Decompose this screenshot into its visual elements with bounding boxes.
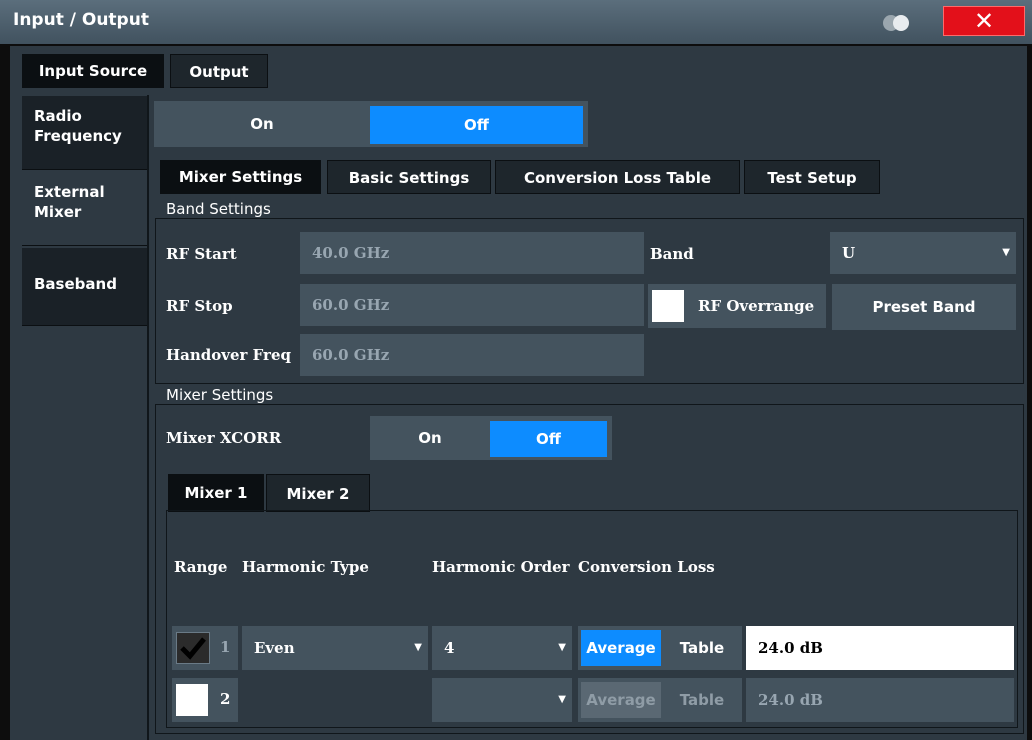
conversion-loss-1-input[interactable]: 24.0 dB <box>746 626 1014 670</box>
mixer-xcorr-label: Mixer XCORR <box>166 429 282 447</box>
state-on-button[interactable]: On <box>154 101 370 147</box>
conversion-loss-header: Conversion Loss <box>578 558 715 576</box>
side-tab-label: External <box>34 183 105 201</box>
mixer-xcorr-off-button[interactable]: Off <box>490 421 607 457</box>
loss-mode-2-table-button[interactable]: Table <box>664 678 740 722</box>
tab-input-source[interactable]: Input Source <box>22 54 164 88</box>
handover-freq-label: Handover Freq <box>166 346 291 364</box>
range-1-number: 1 <box>220 638 231 656</box>
chevron-down-icon: ▼ <box>1002 247 1010 258</box>
tab-mixer-settings[interactable]: Mixer Settings <box>160 160 321 194</box>
mixer-xcorr-on-button[interactable]: On <box>370 416 490 460</box>
rf-start-label: RF Start <box>166 245 237 263</box>
tab-conversion-loss-table[interactable]: Conversion Loss Table <box>495 160 740 194</box>
rf-start-field[interactable]: 40.0 GHz <box>300 232 644 274</box>
title-bar <box>0 0 1032 44</box>
loss-mode-1-average-button[interactable]: Average <box>581 630 661 666</box>
tab-mixer-1[interactable]: Mixer 1 <box>168 474 264 512</box>
close-button[interactable]: ✕ <box>943 6 1025 36</box>
side-tab-radio-frequency[interactable]: Radio Frequency <box>22 96 149 170</box>
preset-band-button[interactable]: Preset Band <box>832 284 1016 330</box>
range-2-number: 2 <box>220 690 231 708</box>
side-tab-label: Frequency <box>34 127 122 145</box>
side-tab-label: Radio <box>34 107 82 125</box>
rf-overrange-checkbox[interactable] <box>652 290 684 322</box>
state-off-button[interactable]: Off <box>370 106 583 144</box>
harmonic-order-1-value: 4 <box>444 639 455 657</box>
range-header: Range <box>174 558 228 576</box>
side-tab-external-mixer[interactable]: External Mixer <box>22 172 149 246</box>
loss-mode-2-average-button[interactable]: Average <box>581 682 661 718</box>
band-settings-label: Band Settings <box>166 200 271 218</box>
loss-mode-1-table-button[interactable]: Table <box>664 626 740 670</box>
side-tab-baseband[interactable]: Baseband <box>22 248 149 326</box>
rf-stop-field[interactable]: 60.0 GHz <box>300 284 644 326</box>
tab-basic-settings[interactable]: Basic Settings <box>327 160 491 194</box>
rf-stop-label: RF Stop <box>166 297 233 315</box>
harmonic-order-1-dropdown[interactable]: 4 ▼ <box>432 626 572 670</box>
harmonic-order-header: Harmonic Order <box>432 558 570 576</box>
mixer-settings-label: Mixer Settings <box>166 386 274 404</box>
rf-overrange-label: RF Overrange <box>698 297 815 315</box>
side-tab-label: Mixer <box>34 203 82 221</box>
chevron-down-icon: ▼ <box>414 642 422 653</box>
window-title: Input / Output <box>13 10 149 30</box>
band-value: U <box>842 244 856 262</box>
range-2-checkbox[interactable] <box>176 684 208 716</box>
harmonic-type-1-dropdown[interactable]: Even ▼ <box>242 626 428 670</box>
harmonic-order-2-dropdown[interactable]: ▼ <box>432 678 572 722</box>
conversion-loss-2-input[interactable]: 24.0 dB <box>746 678 1014 722</box>
handover-freq-field[interactable]: 60.0 GHz <box>300 334 644 376</box>
tab-output[interactable]: Output <box>170 54 268 88</box>
tab-test-setup[interactable]: Test Setup <box>744 160 880 194</box>
band-dropdown[interactable]: U ▼ <box>830 232 1016 274</box>
range-1-checkbox[interactable] <box>176 632 210 664</box>
chevron-down-icon: ▼ <box>558 694 566 705</box>
checkmark-icon <box>180 637 206 660</box>
side-tab-label: Baseband <box>34 275 117 293</box>
harmonic-type-header: Harmonic Type <box>242 558 369 576</box>
display-toggle-icon[interactable] <box>880 14 912 32</box>
tab-mixer-2[interactable]: Mixer 2 <box>266 474 370 512</box>
harmonic-type-1-value: Even <box>254 639 295 657</box>
chevron-down-icon: ▼ <box>558 642 566 653</box>
band-label: Band <box>650 245 694 263</box>
